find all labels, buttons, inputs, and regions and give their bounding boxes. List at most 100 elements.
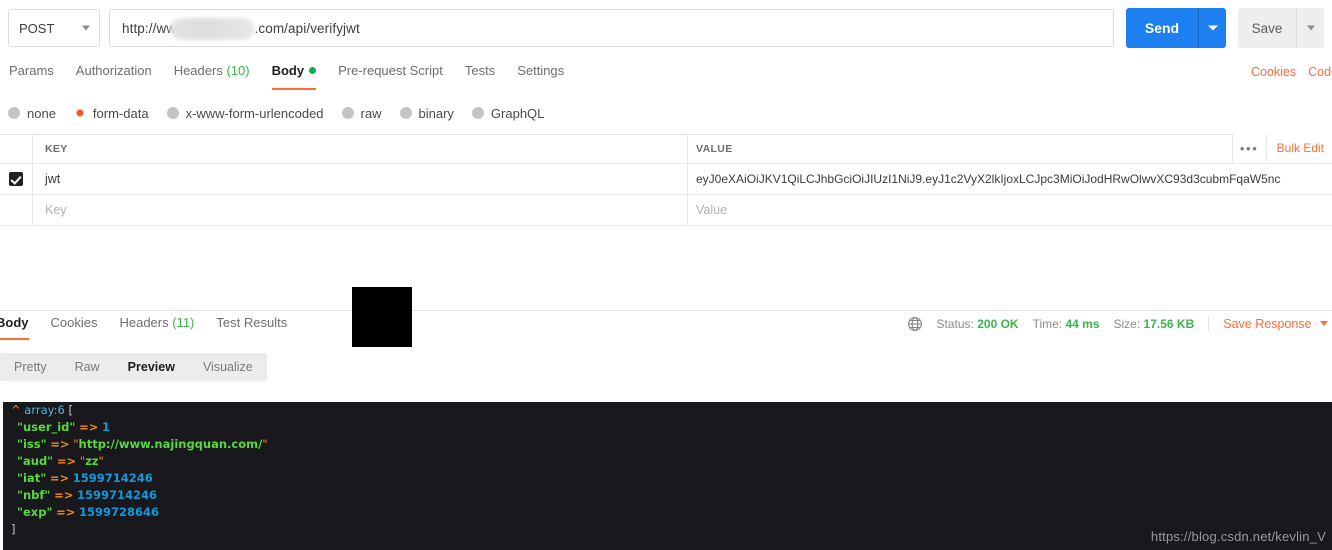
time-label: Time: bbox=[1032, 317, 1063, 331]
response-tab-body[interactable]: Body bbox=[0, 313, 40, 340]
http-method-label: POST bbox=[19, 20, 55, 36]
request-tab-authorization[interactable]: Authorization bbox=[65, 60, 163, 90]
request-tab-pre-request-script[interactable]: Pre-request Script bbox=[327, 60, 454, 90]
table-row[interactable]: jwt eyJ0eXAiOiJKV1QiLCJhbGciOiJIUzI1NiJ9… bbox=[0, 164, 1332, 195]
save-options-button[interactable] bbox=[1296, 8, 1324, 48]
dump-close: ] bbox=[3, 521, 1332, 538]
response-divider bbox=[0, 310, 1332, 311]
request-tab-body[interactable]: Body bbox=[261, 60, 328, 90]
header-check-cell bbox=[0, 135, 33, 163]
dump-value: 1599728646 bbox=[79, 505, 160, 519]
dump-open-bracket: [ bbox=[68, 403, 73, 417]
radio-icon[interactable] bbox=[166, 107, 179, 119]
body-mode-raw[interactable]: raw bbox=[341, 106, 382, 121]
radio-icon[interactable] bbox=[73, 107, 86, 119]
table-row-actions: ••• Bulk Edit bbox=[1231, 134, 1332, 163]
time-meta: Time: 44 ms bbox=[1033, 317, 1100, 331]
body-mode-label: form-data bbox=[92, 105, 149, 121]
dump-arrow: => bbox=[49, 471, 70, 485]
code-link[interactable]: Code bbox=[1308, 65, 1332, 79]
body-mode-x-www-form-urlencoded[interactable]: x-www-form-urlencoded bbox=[166, 106, 324, 121]
table-row[interactable]: Key Value bbox=[0, 195, 1332, 226]
tab-label: Test Results bbox=[216, 315, 288, 330]
url-input[interactable]: http://wwwxxxxxxxxxx.com/api/verifyjwt bbox=[109, 9, 1114, 47]
save-response-button[interactable]: Save Response bbox=[1208, 317, 1328, 331]
view-tab-preview[interactable]: Preview bbox=[114, 353, 189, 381]
body-mode-label: GraphQL bbox=[490, 105, 545, 121]
response-view-tabs: Pretty Raw Preview Visualize bbox=[0, 353, 267, 381]
row-key-cell[interactable]: Key bbox=[33, 195, 688, 225]
send-button[interactable]: Send bbox=[1126, 8, 1198, 48]
tab-label: Body bbox=[0, 315, 29, 330]
url-bar: POST http://wwwxxxxxxxxxx.com/api/verify… bbox=[0, 0, 1332, 56]
unsaved-dot-icon bbox=[309, 67, 317, 74]
view-tab-pretty[interactable]: Pretty bbox=[0, 353, 61, 381]
dump-key: "user_id" bbox=[17, 420, 76, 434]
send-button-group: Send bbox=[1126, 8, 1226, 48]
dump-close-bracket: ] bbox=[11, 522, 16, 536]
dump-key: "exp" bbox=[17, 505, 53, 519]
tab-label: Settings bbox=[517, 63, 565, 78]
row-value-cell[interactable]: Value bbox=[688, 195, 1332, 225]
radio-icon[interactable] bbox=[399, 107, 412, 119]
more-options-icon[interactable]: ••• bbox=[1231, 134, 1266, 163]
request-tab-tests[interactable]: Tests bbox=[454, 60, 506, 90]
header-key-cell: KEY bbox=[33, 135, 688, 163]
body-mode-binary[interactable]: binary bbox=[399, 106, 454, 121]
send-options-button[interactable] bbox=[1198, 8, 1226, 48]
response-tab-cookies[interactable]: Cookies bbox=[40, 313, 109, 340]
postman-window: POST http://wwwxxxxxxxxxx.com/api/verify… bbox=[0, 0, 1332, 550]
request-tabs: Params Authorization Headers (10) Body Pre-r… bbox=[0, 60, 1332, 92]
body-mode-radios: none form-data x-www-form-urlencoded raw bin… bbox=[0, 100, 1332, 126]
size-value: 17.56 KB bbox=[1143, 317, 1195, 331]
chevron-down-icon bbox=[1207, 25, 1218, 31]
dump-arrow: => bbox=[79, 420, 99, 434]
dump-arrow: => bbox=[56, 454, 77, 468]
radio-icon[interactable] bbox=[8, 107, 20, 119]
row-checkbox[interactable] bbox=[9, 172, 23, 186]
response-meta: Status: 200 OK Time: 44 ms Size: 17.56 K… bbox=[907, 316, 1328, 332]
response-tab-test-results[interactable]: Test Results bbox=[205, 313, 298, 340]
dump-key: "aud" bbox=[17, 454, 54, 468]
response-tab-headers[interactable]: Headers (11) bbox=[108, 313, 205, 340]
radio-icon[interactable] bbox=[471, 107, 484, 119]
request-tab-params[interactable]: Params bbox=[0, 60, 65, 90]
tab-label: Body bbox=[271, 63, 305, 78]
response-preview-panel: ^ array:6 ["user_id" => 1 "iss" => "http:… bbox=[3, 402, 1332, 550]
bulk-edit-button[interactable]: Bulk Edit bbox=[1265, 134, 1332, 163]
cookies-link[interactable]: Cookies bbox=[1251, 65, 1296, 79]
save-response-label: Save Response bbox=[1223, 317, 1312, 331]
save-button[interactable]: Save bbox=[1238, 8, 1296, 48]
dump-value: http://www.najingquan.com/ bbox=[78, 437, 263, 451]
radio-icon[interactable] bbox=[341, 107, 354, 119]
dump-type: array:6 bbox=[24, 403, 65, 417]
dump-entry: "iss" => "http://www.najingquan.com/" bbox=[3, 436, 1332, 453]
body-mode-graphql[interactable]: GraphQL bbox=[471, 105, 545, 121]
dump-quote-close: " bbox=[98, 454, 104, 468]
row-value-cell[interactable]: eyJ0eXAiOiJKV1QiLCJhbGciOiJIUzI1NiJ9.eyJ… bbox=[688, 164, 1332, 194]
dump-key: "nbf" bbox=[17, 488, 51, 502]
row-key-cell[interactable]: jwt bbox=[33, 164, 688, 194]
size-label: Size: bbox=[1113, 317, 1141, 331]
chevron-down-icon bbox=[82, 25, 90, 31]
tab-label: Tests bbox=[464, 63, 496, 78]
row-check-cell bbox=[0, 195, 33, 225]
http-method-select[interactable]: POST bbox=[8, 9, 100, 47]
body-mode-form-data[interactable]: form-data bbox=[73, 105, 149, 121]
request-tab-headers[interactable]: Headers (10) bbox=[163, 60, 261, 90]
row-key-placeholder: Key bbox=[45, 203, 67, 217]
form-data-table: KEY VALUE jwt eyJ0eXAiOiJKV1QiLCJhbGciOi… bbox=[0, 134, 1332, 226]
save-button-group: Save bbox=[1238, 8, 1324, 48]
dump-arrow: => bbox=[56, 505, 76, 519]
view-tab-visualize[interactable]: Visualize bbox=[189, 353, 267, 381]
view-tab-raw[interactable]: Raw bbox=[61, 353, 114, 381]
status-label: Status: bbox=[936, 317, 974, 331]
request-tab-settings[interactable]: Settings bbox=[506, 60, 575, 90]
dump-entry: "exp" => 1599728646 bbox=[3, 504, 1332, 521]
body-mode-none[interactable]: none bbox=[8, 106, 56, 121]
row-value-text: eyJ0eXAiOiJKV1QiLCJhbGciOiJIUzI1NiJ9.eyJ… bbox=[696, 172, 1281, 186]
row-value-placeholder: Value bbox=[696, 203, 728, 217]
dump-entry: "aud" => "zz" bbox=[3, 453, 1332, 470]
column-header-value: VALUE bbox=[696, 143, 733, 155]
dump-quote-close: " bbox=[262, 437, 268, 451]
